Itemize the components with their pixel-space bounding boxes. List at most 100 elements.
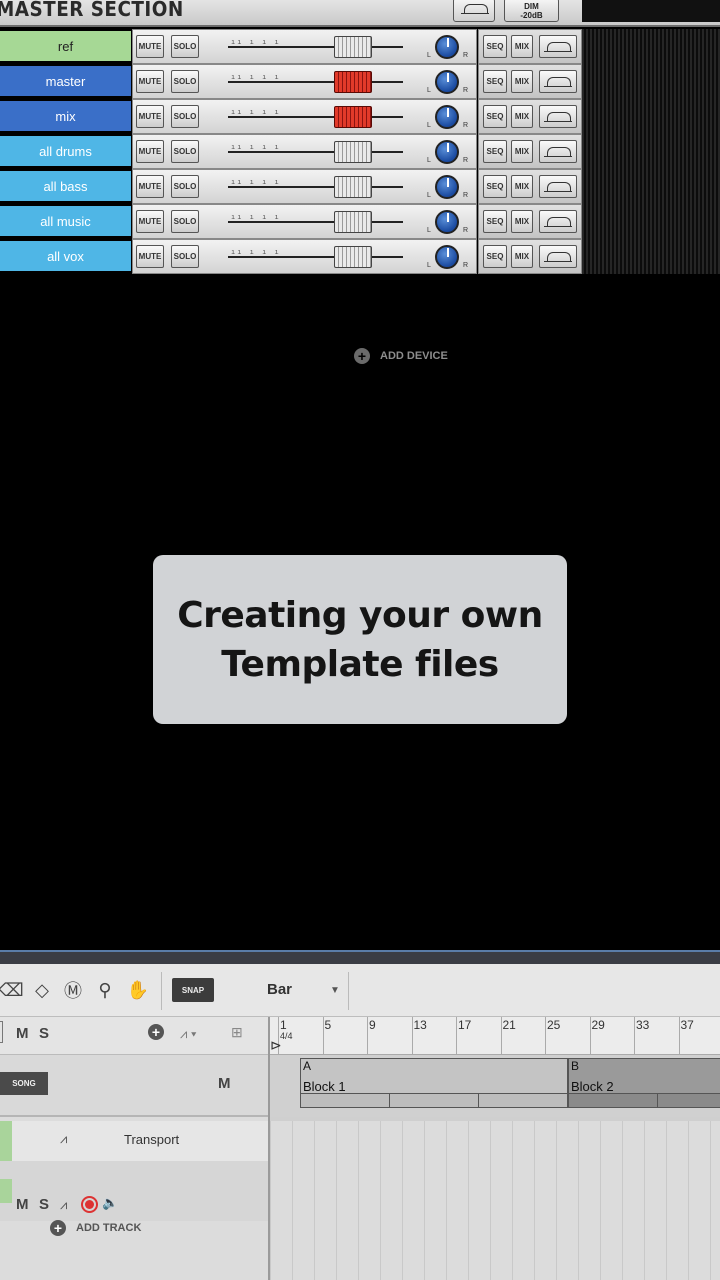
pan-knob[interactable] bbox=[435, 35, 459, 59]
pan-knob[interactable] bbox=[435, 140, 459, 164]
magnify-icon[interactable]: ⚲ bbox=[94, 979, 116, 1001]
seq-button[interactable]: SEQ bbox=[483, 210, 507, 233]
channel-name[interactable]: all drums bbox=[0, 136, 131, 166]
solo-button[interactable]: SOLO bbox=[171, 210, 199, 233]
add-icon[interactable]: + bbox=[148, 1024, 164, 1040]
mute-button[interactable]: MUTE bbox=[136, 35, 164, 58]
fader-handle[interactable] bbox=[334, 141, 372, 163]
seq-button[interactable]: SEQ bbox=[483, 175, 507, 198]
sequencer-timeline[interactable]: 4/4 1 5 9 13 17 21 25 29 33 37 A Block 1 B Block … bbox=[268, 1017, 720, 1280]
seq-button[interactable]: SEQ bbox=[483, 140, 507, 163]
seq-button[interactable]: SEQ bbox=[483, 70, 507, 93]
insert-fx-button[interactable] bbox=[539, 175, 577, 198]
pan-knob[interactable] bbox=[435, 245, 459, 269]
fader-handle[interactable] bbox=[334, 176, 372, 198]
track-mute-button[interactable]: M bbox=[16, 1196, 29, 1213]
insert-fx-button[interactable] bbox=[539, 210, 577, 233]
snap-value-select[interactable]: Bar bbox=[267, 981, 292, 998]
transport-track-header[interactable]: ⩘ Transport bbox=[0, 1121, 268, 1161]
automation-icon[interactable]: ⩘ ▾ bbox=[180, 1026, 196, 1042]
add-track-button[interactable]: + ADD TRACK bbox=[50, 1220, 141, 1236]
solo-button[interactable]: SOLO bbox=[171, 105, 199, 128]
track-solo-button[interactable]: S bbox=[39, 1196, 49, 1213]
mix-button[interactable]: MIX bbox=[511, 70, 533, 93]
channel-name[interactable]: ref bbox=[0, 31, 131, 61]
solo-button[interactable]: SOLO bbox=[171, 175, 199, 198]
insert-fx-button[interactable] bbox=[539, 140, 577, 163]
automation-icon[interactable]: ⩘ bbox=[60, 1197, 67, 1213]
channel-extras: SEQ MIX bbox=[478, 204, 582, 239]
speaker-icon[interactable]: 🔈 bbox=[102, 1195, 118, 1211]
sequencer-divider[interactable] bbox=[0, 950, 720, 964]
channel-meter bbox=[582, 134, 720, 169]
collapse-handle[interactable] bbox=[0, 1021, 3, 1043]
fader-handle[interactable] bbox=[334, 211, 372, 233]
seq-button[interactable]: SEQ bbox=[483, 35, 507, 58]
insert-fx-button[interactable] bbox=[539, 35, 577, 58]
waveform-button[interactable] bbox=[453, 0, 495, 22]
bar-ruler[interactable]: 4/4 1 5 9 13 17 21 25 29 33 37 bbox=[270, 1017, 720, 1055]
channel-name[interactable]: all vox bbox=[0, 241, 131, 271]
seq-button[interactable]: SEQ bbox=[483, 245, 507, 268]
song-block[interactable]: A Block 1 bbox=[300, 1058, 568, 1108]
mix-button[interactable]: MIX bbox=[511, 140, 533, 163]
insert-fx-button[interactable] bbox=[539, 70, 577, 93]
mix-button[interactable]: MIX bbox=[511, 35, 533, 58]
instrument-track-header[interactable]: M S ⩘ 🔈 bbox=[0, 1161, 268, 1221]
channel-controls: MUTE SOLO ıı ı ı ı L R bbox=[132, 64, 477, 99]
razor-icon[interactable]: ◇ bbox=[31, 979, 53, 1001]
insert-fx-button[interactable] bbox=[539, 245, 577, 268]
fader-handle[interactable] bbox=[334, 246, 372, 268]
automation-icon[interactable]: ⩘ bbox=[60, 1131, 67, 1147]
mute-tool-icon[interactable]: Ⓜ bbox=[62, 979, 84, 1001]
hand-icon[interactable]: ✋ bbox=[127, 979, 149, 1001]
solo-all-button[interactable]: S bbox=[39, 1025, 49, 1042]
grid-icon[interactable]: ⊞ bbox=[231, 1024, 243, 1041]
snap-button[interactable]: SNAP bbox=[172, 978, 214, 1002]
fader-handle[interactable] bbox=[334, 71, 372, 93]
blocks-lane[interactable]: A Block 1 B Block 2 bbox=[270, 1055, 720, 1117]
fader-handle[interactable] bbox=[334, 36, 372, 58]
solo-button[interactable]: SOLO bbox=[171, 140, 199, 163]
channel-meter bbox=[582, 64, 720, 99]
channel-name[interactable]: mix bbox=[0, 101, 131, 131]
mix-button[interactable]: MIX bbox=[511, 245, 533, 268]
dim-button[interactable]: DIM -20dB bbox=[504, 0, 559, 22]
pan-knob[interactable] bbox=[435, 70, 459, 94]
playhead-marker-icon[interactable]: ⊳ bbox=[270, 1037, 286, 1053]
song-mute-button[interactable]: M bbox=[218, 1075, 231, 1092]
mute-button[interactable]: MUTE bbox=[136, 175, 164, 198]
eraser-icon[interactable]: ⌫ bbox=[0, 979, 24, 1001]
song-block[interactable]: B Block 2 bbox=[568, 1058, 720, 1108]
channel-list: ref MUTE SOLO ıı ı ı ı L R SEQ MIX maste… bbox=[0, 29, 720, 274]
solo-button[interactable]: SOLO bbox=[171, 70, 199, 93]
song-label[interactable]: SONG bbox=[0, 1072, 48, 1095]
mute-button[interactable]: MUTE bbox=[136, 245, 164, 268]
chevron-down-icon[interactable]: ▼ bbox=[330, 985, 340, 996]
insert-fx-button[interactable] bbox=[539, 105, 577, 128]
mix-button[interactable]: MIX bbox=[511, 105, 533, 128]
pan-knob[interactable] bbox=[435, 105, 459, 129]
fader-handle[interactable] bbox=[334, 106, 372, 128]
seq-button[interactable]: SEQ bbox=[483, 105, 507, 128]
mix-button[interactable]: MIX bbox=[511, 210, 533, 233]
pan-knob[interactable] bbox=[435, 210, 459, 234]
track-color-bar bbox=[0, 1179, 12, 1203]
track-lanes[interactable] bbox=[270, 1121, 720, 1280]
mute-button[interactable]: MUTE bbox=[136, 105, 164, 128]
solo-button[interactable]: SOLO bbox=[171, 35, 199, 58]
solo-button[interactable]: SOLO bbox=[171, 245, 199, 268]
channel-name[interactable]: master bbox=[0, 66, 131, 96]
pan-knob[interactable] bbox=[435, 175, 459, 199]
add-device-button[interactable]: + ADD DEVICE bbox=[354, 348, 448, 364]
channel-name[interactable]: all bass bbox=[0, 171, 131, 201]
mute-all-button[interactable]: M bbox=[16, 1025, 29, 1042]
record-icon[interactable] bbox=[81, 1196, 98, 1213]
mix-button[interactable]: MIX bbox=[511, 175, 533, 198]
master-section-header: MASTER SECTION DIM -20dB bbox=[0, 0, 720, 27]
mute-button[interactable]: MUTE bbox=[136, 140, 164, 163]
fader-track bbox=[228, 221, 403, 223]
mute-button[interactable]: MUTE bbox=[136, 210, 164, 233]
mute-button[interactable]: MUTE bbox=[136, 70, 164, 93]
channel-name[interactable]: all music bbox=[0, 206, 131, 236]
